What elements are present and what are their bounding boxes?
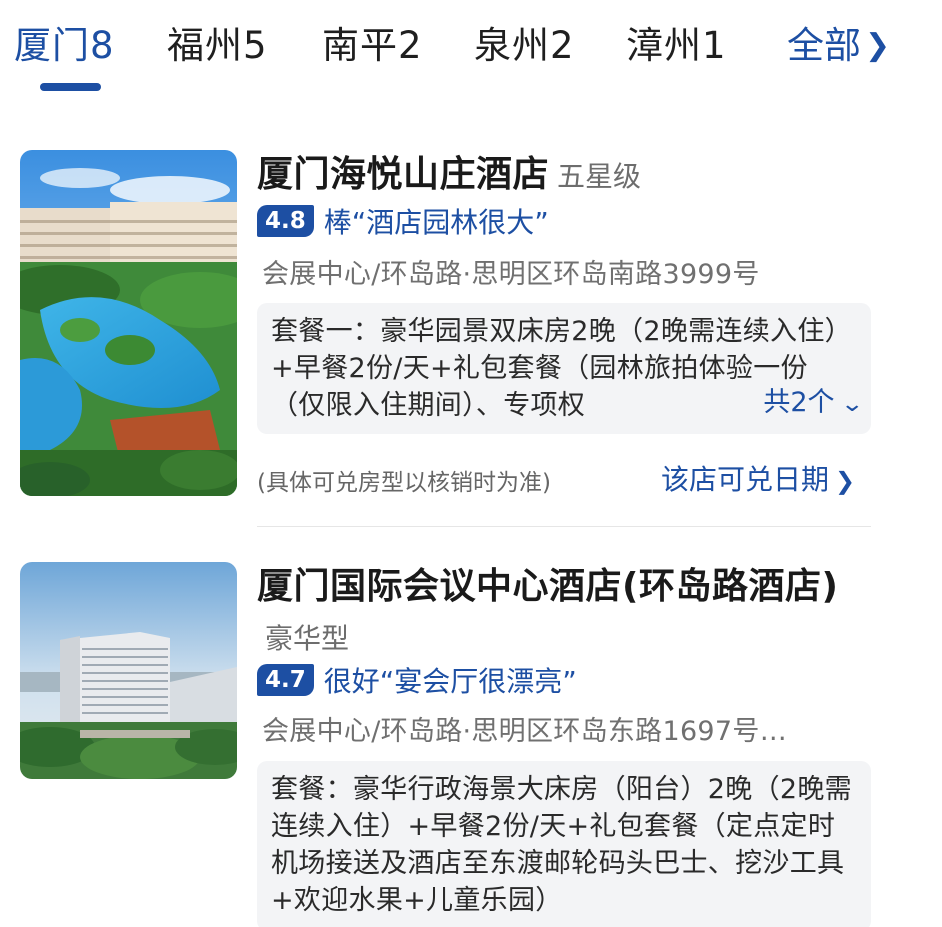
hotel-name: 厦门国际会议中心酒店(环岛路酒店): [257, 566, 839, 607]
available-dates-link[interactable]: 该店可兑日期 ❯: [661, 458, 855, 498]
active-tab-indicator: [40, 83, 101, 91]
rating-review-text: 棒“酒店园林很大”: [323, 206, 549, 239]
hotel-name: 厦门海悦山庄酒店: [257, 154, 550, 195]
hotel-title[interactable]: 厦门海悦山庄酒店 五星级: [257, 150, 857, 202]
hotel-address: 会展中心/环岛路·思明区环岛南路3999号: [262, 259, 760, 290]
hotel-title[interactable]: 厦门国际会议中心酒店(环岛路酒店) 豪华型: [257, 562, 857, 664]
all-cities-button[interactable]: 全部 ❯: [787, 22, 890, 70]
package-count-label: 共2个: [763, 387, 835, 418]
rating-score-badge: 4.7: [257, 664, 314, 696]
city-tab-bar: 厦门8 福州5 南平2 泉州2 漳州1 全部 ❯: [0, 0, 942, 110]
hotel-address: 会展中心/环岛路·思明区环岛东路1697号…: [262, 716, 787, 747]
chevron-right-icon: ❯: [835, 467, 856, 495]
tab-xiamen[interactable]: 厦门8: [14, 22, 115, 70]
available-dates-label: 该店可兑日期: [661, 463, 830, 496]
card-divider: [257, 526, 871, 527]
rating-row: 4.7 很好“宴会厅很漂亮”: [257, 662, 577, 698]
room-type-note: (具体可兑房型以核销时为准): [257, 470, 551, 496]
hotel-grade: 豪华型: [265, 622, 350, 655]
tab-quanzhou[interactable]: 泉州2: [474, 22, 575, 70]
rating-review-text: 很好“宴会厅很漂亮”: [323, 665, 577, 698]
package-box[interactable]: 套餐一：豪华园景双床房2晚（2晚需连续入住）+早餐2份/天+礼包套餐（园林旅拍体…: [257, 303, 871, 434]
chevron-down-icon: ⌄: [839, 392, 864, 417]
chevron-right-icon: ❯: [865, 28, 891, 63]
all-cities-label: 全部: [787, 24, 861, 67]
rating-score-badge: 4.8: [257, 205, 314, 237]
package-box[interactable]: 套餐：豪华行政海景大床房（阳台）2晚（2晚需连续入住）+早餐2份/天+礼包套餐（…: [257, 761, 871, 927]
tab-fuzhou[interactable]: 福州5: [167, 22, 268, 70]
tab-zhangzhou[interactable]: 漳州1: [626, 22, 727, 70]
hotel-photo[interactable]: [20, 562, 237, 779]
rating-row: 4.8 棒“酒店园林很大”: [257, 203, 549, 239]
package-description: 套餐：豪华行政海景大床房（阳台）2晚（2晚需连续入住）+早餐2份/天+礼包套餐（…: [271, 774, 852, 916]
tab-nanping[interactable]: 南平2: [322, 22, 423, 70]
hotel-photo[interactable]: [20, 150, 237, 496]
hotel-grade: 五星级: [557, 160, 642, 193]
package-expand-button[interactable]: 共2个 ⌄: [723, 384, 864, 423]
